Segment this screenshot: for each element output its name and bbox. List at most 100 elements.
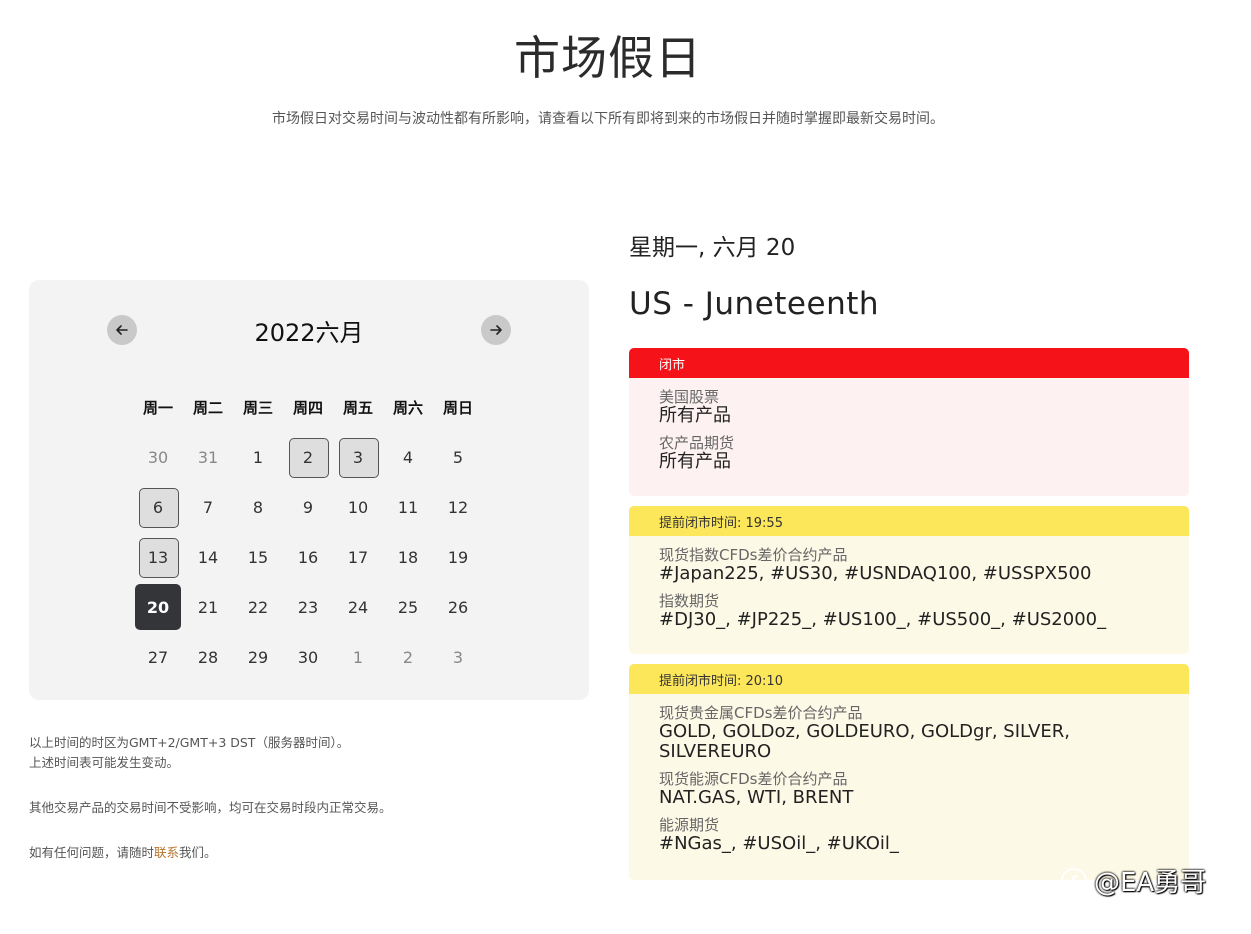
calendar-day-number: 10 bbox=[347, 497, 369, 517]
calendar-day-number: 25 bbox=[397, 597, 419, 617]
watermark-text: @EA勇哥 bbox=[1094, 868, 1207, 898]
calendar-day[interactable]: 17 bbox=[333, 532, 383, 582]
product-group-label: 现货指数CFDs差价合约产品 bbox=[659, 546, 848, 564]
calendar-day-holiday[interactable]: 2 bbox=[283, 432, 333, 482]
product-group-value: GOLD, GOLDoz, GOLDEURO, GOLDgr, SILVER, … bbox=[659, 721, 1071, 762]
next-month-button[interactable] bbox=[481, 315, 511, 345]
calendar-day[interactable]: 4 bbox=[383, 432, 433, 482]
calendar-day-number: 23 bbox=[297, 597, 319, 617]
page-subtitle: 市场假日对交易时间与波动性都有所影响，请查看以下所有即将到来的市场假日并随时掌握… bbox=[272, 111, 944, 127]
calendar-day[interactable]: 3 bbox=[433, 632, 483, 682]
calendar-day[interactable]: 11 bbox=[383, 482, 433, 532]
calendar-day-number: 29 bbox=[247, 647, 269, 667]
note-schedule-change: 上述时间表可能发生变动。 bbox=[29, 755, 180, 770]
block-body: 现货贵金属CFDs差价合约产品 GOLD, GOLDoz, GOLDEURO, … bbox=[629, 694, 1189, 854]
calendar-day[interactable]: 29 bbox=[233, 632, 283, 682]
product-group-value: 所有产品 bbox=[659, 405, 731, 426]
calendar-day-number: 8 bbox=[252, 497, 264, 517]
calendar-day-number: 24 bbox=[347, 597, 369, 617]
product-group-value: #DJ30_, #JP225_, #US100_, #US500_, #US20… bbox=[659, 609, 1107, 630]
calendar-day-number: 6 bbox=[152, 497, 164, 517]
calendar-day[interactable]: 30 bbox=[133, 432, 183, 482]
calendar-day-number: 3 bbox=[452, 647, 464, 667]
calendar-day[interactable]: 22 bbox=[233, 582, 283, 632]
block-header: 提前闭市时间: 20:10 bbox=[629, 664, 1189, 694]
calendar-day[interactable]: 1 bbox=[333, 632, 383, 682]
calendar-day[interactable]: 1 bbox=[233, 432, 283, 482]
calendar-day-holiday[interactable]: 3 bbox=[333, 432, 383, 482]
calendar-day-selected[interactable]: 20 bbox=[133, 582, 183, 632]
calendar-day-number: 1 bbox=[352, 647, 364, 667]
calendar-day[interactable]: 9 bbox=[283, 482, 333, 532]
social-logo-icon bbox=[1061, 867, 1087, 894]
calendar-day-number: 11 bbox=[397, 497, 419, 517]
calendar-day-number: 2 bbox=[402, 647, 414, 667]
calendar-day-number: 30 bbox=[297, 647, 319, 667]
calendar-day[interactable]: 27 bbox=[133, 632, 183, 682]
calendar-day-number: 21 bbox=[197, 597, 219, 617]
calendar-day-number: 5 bbox=[452, 447, 464, 467]
note-contact-post: 我们。 bbox=[179, 845, 217, 860]
weekday-header: 周二 bbox=[192, 398, 223, 417]
calendar-day[interactable]: 21 bbox=[183, 582, 233, 632]
block-header: 提前闭市时间: 19:55 bbox=[629, 506, 1189, 536]
calendar-day[interactable]: 19 bbox=[433, 532, 483, 582]
watermark: @EA勇哥 bbox=[1060, 862, 1206, 899]
market-closed-block: 闭市 美国股票 所有产品 农产品期货 所有产品 bbox=[629, 348, 1189, 496]
calendar-day-number: 18 bbox=[397, 547, 419, 567]
note-contact-pre: 如有任何问题，请随时 bbox=[29, 845, 155, 860]
calendar-day-number: 28 bbox=[197, 647, 219, 667]
holiday-event-title: US - Juneteenth bbox=[629, 286, 880, 322]
calendar-day[interactable]: 8 bbox=[233, 482, 283, 532]
calendar-day[interactable]: 18 bbox=[383, 532, 433, 582]
calendar-day[interactable]: 15 bbox=[233, 532, 283, 582]
calendar-day-holiday[interactable]: 6 bbox=[133, 482, 183, 532]
notes-paragraph: 以上时间的时区为GMT+2/GMT+3 DST（服务器时间）。 上述时间表可能发… bbox=[29, 733, 589, 773]
calendar-day[interactable]: 26 bbox=[433, 582, 483, 632]
holiday-calendar: 2022六月 周一 周二 周三 周四 周五 周六 周日 30 31 1 2 3 4 5 6 7 8… bbox=[29, 280, 589, 700]
block-body: 现货指数CFDs差价合约产品 #Japan225, #US30, #USNDAQ… bbox=[629, 536, 1189, 630]
early-close-block: 提前闭市时间: 19:55 现货指数CFDs差价合约产品 #Japan225, … bbox=[629, 506, 1189, 654]
calendar-day[interactable]: 10 bbox=[333, 482, 383, 532]
product-group-label: 美国股票 bbox=[659, 388, 720, 406]
calendar-day[interactable]: 23 bbox=[283, 582, 333, 632]
selected-day-title: 星期一, 六月 20 bbox=[629, 235, 796, 261]
calendar-day-number: 20 bbox=[146, 597, 170, 617]
calendar-day[interactable]: 12 bbox=[433, 482, 483, 532]
calendar-day-number: 14 bbox=[197, 547, 219, 567]
calendar-day[interactable]: 2 bbox=[383, 632, 433, 682]
timezone-notes: 以上时间的时区为GMT+2/GMT+3 DST（服务器时间）。 上述时间表可能发… bbox=[29, 733, 589, 888]
calendar-day[interactable]: 14 bbox=[183, 532, 233, 582]
block-header: 闭市 bbox=[629, 348, 1189, 378]
calendar-day[interactable]: 25 bbox=[383, 582, 433, 632]
weekday-header: 周一 bbox=[142, 398, 173, 417]
note-timezone: 以上时间的时区为GMT+2/GMT+3 DST（服务器时间）。 bbox=[29, 735, 350, 750]
calendar-grid: 周一 周二 周三 周四 周五 周六 周日 30 31 1 2 3 4 5 6 7 8 9 10 11 12… bbox=[133, 382, 483, 682]
product-group-label: 指数期货 bbox=[659, 592, 720, 610]
calendar-day-number: 7 bbox=[202, 497, 214, 517]
calendar-day-number: 27 bbox=[147, 647, 169, 667]
calendar-day[interactable]: 7 bbox=[183, 482, 233, 532]
product-group-label: 现货能源CFDs差价合约产品 bbox=[659, 770, 848, 788]
product-group-value: NAT.GAS, WTI, BRENT bbox=[659, 787, 854, 808]
calendar-day[interactable]: 28 bbox=[183, 632, 233, 682]
contact-link[interactable]: 联系 bbox=[154, 845, 179, 860]
product-group-label: 农产品期货 bbox=[659, 434, 735, 452]
note-other-products: 其他交易产品的交易时间不受影响，均可在交易时段内正常交易。 bbox=[29, 800, 392, 815]
product-group-value: #Japan225, #US30, #USNDAQ100, #USSPX500 bbox=[659, 563, 1092, 584]
calendar-day-number: 19 bbox=[447, 547, 469, 567]
calendar-day[interactable]: 16 bbox=[283, 532, 333, 582]
calendar-day[interactable]: 5 bbox=[433, 432, 483, 482]
block-body: 美国股票 所有产品 农产品期货 所有产品 bbox=[629, 378, 1189, 472]
calendar-day-number: 12 bbox=[447, 497, 469, 517]
weekday-header: 周六 bbox=[392, 398, 423, 417]
product-group-value: #NGas_, #USOil_, #UKOil_ bbox=[659, 833, 899, 854]
calendar-day[interactable]: 30 bbox=[283, 632, 333, 682]
product-group-value: 所有产品 bbox=[659, 451, 731, 472]
calendar-day[interactable]: 24 bbox=[333, 582, 383, 632]
product-group-label: 能源期货 bbox=[659, 816, 720, 834]
calendar-day-holiday[interactable]: 13 bbox=[133, 532, 183, 582]
calendar-day-number: 30 bbox=[147, 447, 169, 467]
calendar-day-number: 9 bbox=[302, 497, 314, 517]
calendar-day[interactable]: 31 bbox=[183, 432, 233, 482]
